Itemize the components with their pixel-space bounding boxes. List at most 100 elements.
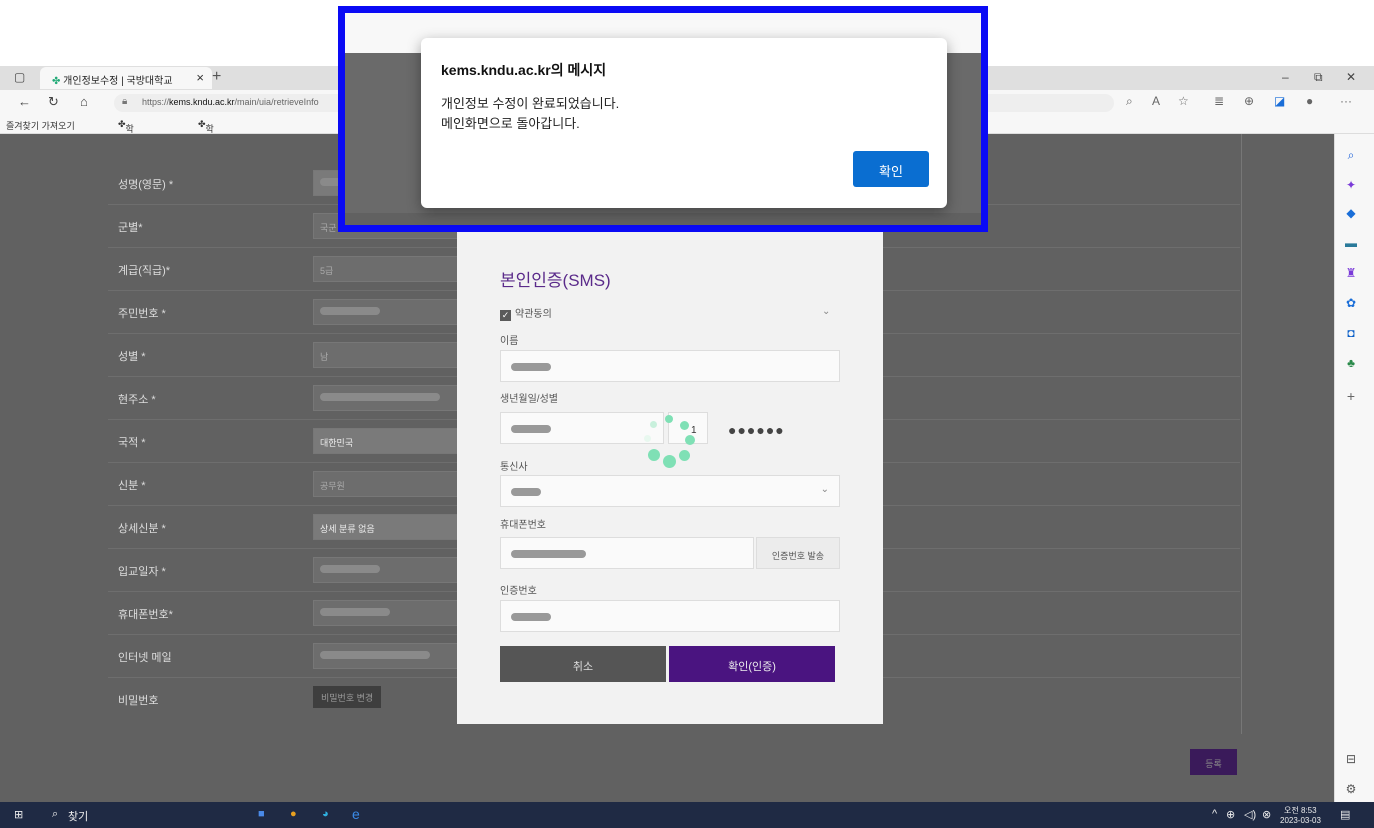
tree-icon[interactable]: ♣ xyxy=(1343,356,1359,370)
url-prefix: https:// xyxy=(142,97,170,107)
spinner-dot xyxy=(665,415,673,423)
spinner-dot xyxy=(685,435,695,445)
favorite-link-system[interactable]: ✤ 학사관리시스템 xyxy=(198,119,214,212)
edge-taskbar-icon[interactable]: ◕ xyxy=(322,808,329,820)
spinner-dot xyxy=(680,421,689,430)
blurred-value xyxy=(320,393,440,401)
tag-icon[interactable]: ◆ xyxy=(1343,206,1359,220)
notification-icon[interactable]: ▤ xyxy=(1340,808,1350,821)
send-code-button[interactable]: 인증번호 발송 xyxy=(756,537,840,569)
modal-title: 본인인증(SMS) xyxy=(500,271,611,290)
favorite-star-icon[interactable]: ☆ xyxy=(1178,94,1189,108)
blurred-value xyxy=(320,651,430,659)
tray-chevron-icon[interactable]: ^ xyxy=(1212,808,1217,820)
profile-avatar[interactable]: ● xyxy=(1306,94,1313,108)
field-label: 상세신분 * xyxy=(118,523,166,535)
field-label: 비밀번호 xyxy=(118,695,159,707)
phone-label: 휴대폰번호 xyxy=(500,520,546,531)
alert-message: 개인정보 수정이 완료되었습니다. 메인화면으로 돌아갑니다. xyxy=(441,96,620,131)
refresh-icon[interactable]: ↻ xyxy=(48,94,59,110)
cancel-button[interactable]: 취소 xyxy=(500,646,666,682)
games-icon[interactable]: ♜ xyxy=(1343,266,1359,280)
confirm-auth-button[interactable]: 확인(인증) xyxy=(669,646,835,682)
blurred-value xyxy=(511,613,551,621)
minimize-icon[interactable]: – xyxy=(1282,70,1289,84)
blurred-value xyxy=(511,550,586,558)
code-field[interactable] xyxy=(500,600,840,632)
edge-sidebar xyxy=(1334,134,1374,802)
clock-date[interactable]: 2023-03-03 xyxy=(1280,816,1321,825)
field-label: 계급(직급)* xyxy=(118,265,171,277)
alert-ok-button[interactable]: 확인 xyxy=(853,151,929,187)
sparkle-icon[interactable]: ✦ xyxy=(1343,178,1359,192)
spinner-dot xyxy=(679,450,690,461)
search-icon[interactable]: ⌕ xyxy=(52,808,58,821)
blurred-value xyxy=(511,488,541,496)
chevron-down-icon[interactable]: ⌄ xyxy=(822,306,830,317)
windows-start-icon[interactable]: ⊞ xyxy=(14,808,23,821)
edge-icon[interactable]: ◪ xyxy=(1274,94,1285,108)
search-page-icon[interactable]: ⌕ xyxy=(1126,94,1133,109)
office-icon[interactable]: ✿ xyxy=(1343,296,1359,310)
back-icon[interactable]: ← xyxy=(18,94,31,109)
collections-icon[interactable]: ⊕ xyxy=(1244,94,1254,108)
code-label: 인증번호 xyxy=(500,586,537,597)
name-label: 이름 xyxy=(500,336,519,347)
blurred-value xyxy=(320,565,380,573)
toolbox-icon[interactable]: ▬ xyxy=(1343,236,1359,250)
file-explorer-icon[interactable]: ■ xyxy=(258,808,265,820)
field-label: 성별 * xyxy=(118,351,146,363)
status-icon[interactable]: ⊗ xyxy=(1262,808,1271,821)
field-label: 국적 * xyxy=(118,437,146,449)
blurred-value xyxy=(511,425,551,433)
alert-title: kems.kndu.ac.kr의 메시지 xyxy=(441,62,607,78)
tab-actions-icon[interactable]: ▢ xyxy=(14,70,25,84)
agree-label: 약관동의 xyxy=(515,309,552,320)
blurred-value xyxy=(511,363,551,371)
import-favorites-link[interactable]: 즐겨찾기 가져오기 xyxy=(6,119,75,132)
sidebar-toggle-icon[interactable]: ⊟ xyxy=(1343,752,1359,766)
favorite-link-portal[interactable]: ✤ 학사관리포털 xyxy=(118,119,134,199)
new-tab-button[interactable]: + xyxy=(212,68,221,86)
add-icon[interactable]: + xyxy=(1343,388,1359,404)
masked-digits: ●●●●●● xyxy=(728,422,785,438)
favorites-icon[interactable]: ≣ xyxy=(1214,94,1224,108)
read-aloud-icon[interactable]: A xyxy=(1152,94,1160,108)
lock-icon[interactable]: 🔒︎ xyxy=(122,96,127,107)
close-window-icon[interactable]: ✕ xyxy=(1346,70,1356,84)
network-icon[interactable]: ⊕ xyxy=(1226,808,1235,821)
field-label: 군별* xyxy=(118,222,143,234)
ie-icon[interactable]: e xyxy=(352,806,360,822)
carrier-label: 통신사 xyxy=(500,462,528,473)
outlook-icon[interactable]: ◘ xyxy=(1343,326,1359,340)
field-label: 주민번호 * xyxy=(118,308,166,320)
taskbar-search-label[interactable]: 찾기 xyxy=(68,808,88,824)
volume-icon[interactable]: ◁) xyxy=(1244,808,1256,821)
phone-field[interactable] xyxy=(500,537,754,569)
chevron-down-icon: ⌄ xyxy=(820,484,829,495)
field-label: 현주소 * xyxy=(118,394,156,406)
agree-checkbox[interactable]: ✓ 약관동의 xyxy=(500,305,552,321)
url-path: /main/uia/retrieveInfo xyxy=(234,97,319,107)
gear-icon[interactable]: ⚙ xyxy=(1343,782,1359,796)
field-label: 신분 * xyxy=(118,480,146,492)
spinner-dot xyxy=(663,455,676,468)
carrier-select[interactable]: ⌄ xyxy=(500,475,840,507)
birth-label: 생년월일/성별 xyxy=(500,394,558,405)
change-password-button[interactable]: 비밀번호 변경 xyxy=(313,686,382,708)
spinner-dot xyxy=(648,449,660,461)
tab-title: 개인정보수정 | 국방대학교 xyxy=(63,76,173,87)
taskbar xyxy=(0,802,1374,828)
more-menu-icon[interactable]: ··· xyxy=(1340,94,1352,108)
home-icon[interactable]: ⌂ xyxy=(80,94,88,109)
name-field[interactable] xyxy=(500,350,840,382)
clock-time[interactable]: 오전 8:53 xyxy=(1284,805,1317,816)
chrome-icon[interactable]: ● xyxy=(290,808,297,820)
birth-field[interactable] xyxy=(500,412,664,444)
tab-close-icon[interactable]: × xyxy=(196,70,204,85)
restore-icon[interactable]: ⧉ xyxy=(1314,70,1323,85)
search-icon[interactable]: ⌕ xyxy=(1343,148,1359,163)
submit-button[interactable]: 등록 xyxy=(1190,749,1237,775)
browser-tab[interactable]: ✤ 개인정보수정 | 국방대학교 × xyxy=(40,67,212,89)
blurred-value xyxy=(320,307,380,315)
